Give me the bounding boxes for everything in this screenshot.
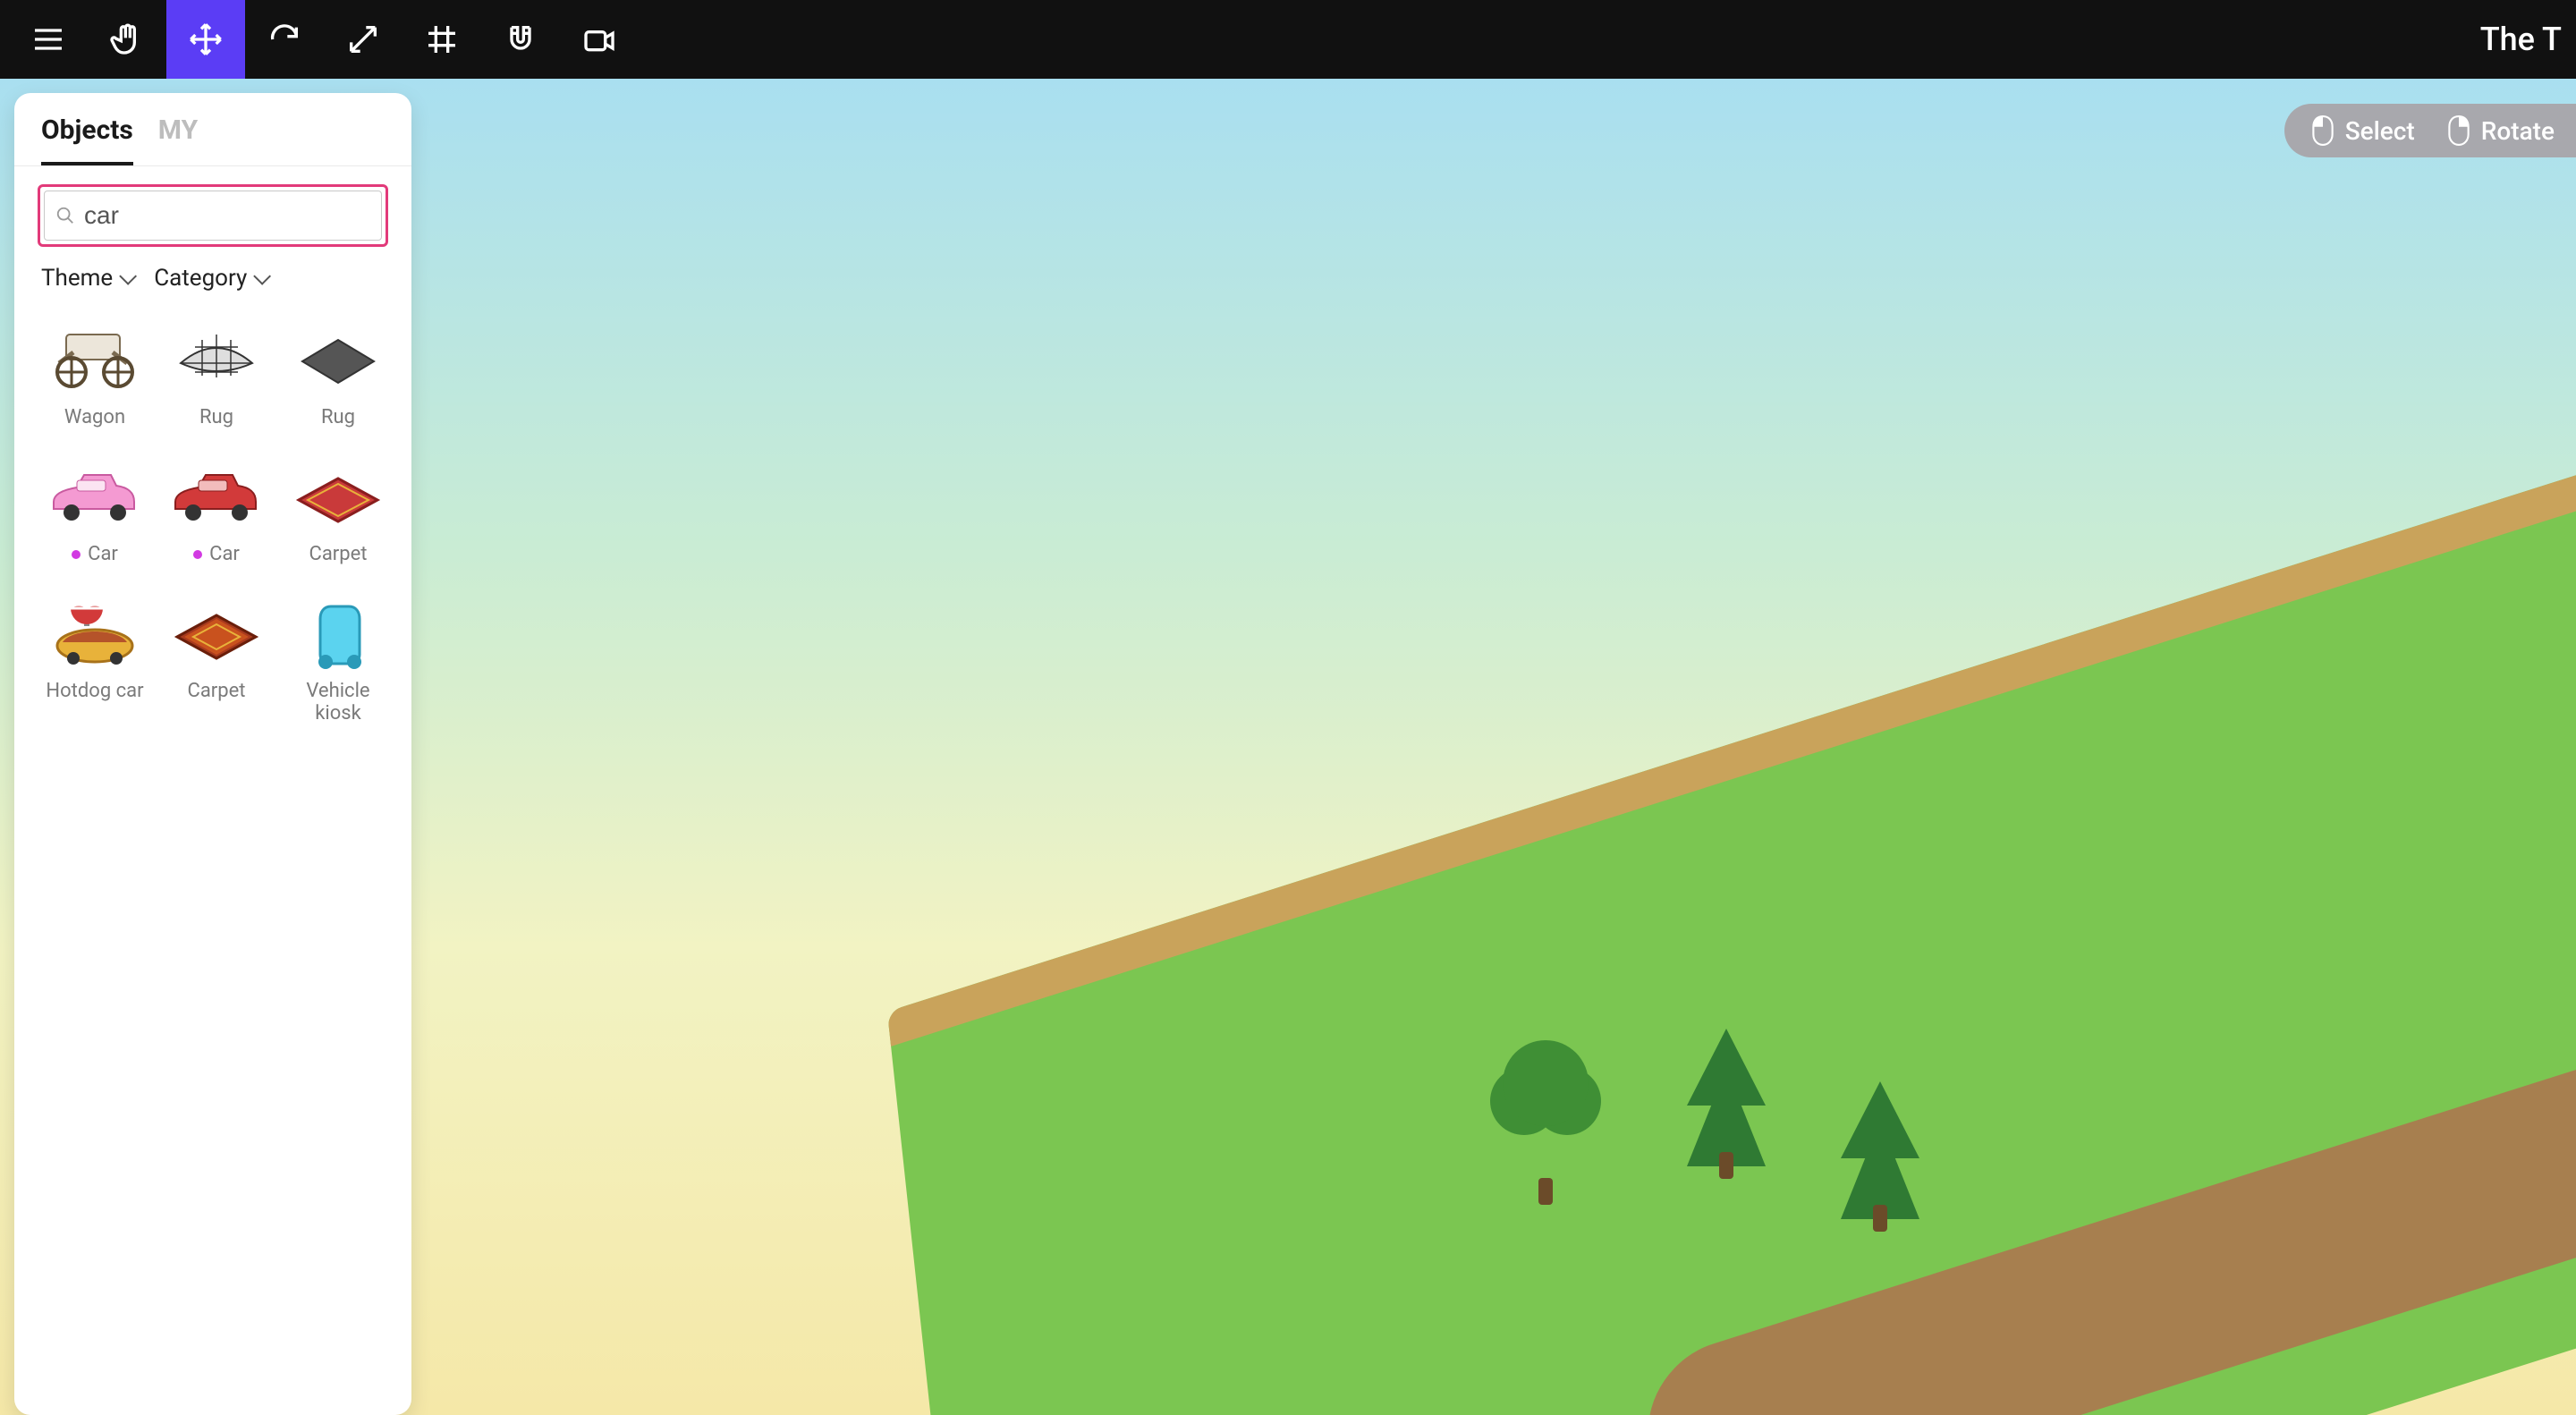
grid-icon	[424, 21, 460, 57]
move-tool-button[interactable]	[166, 0, 245, 79]
panel-tabs: Objects MY	[14, 93, 411, 166]
magnet-snap-button[interactable]	[481, 0, 560, 79]
move-icon	[188, 21, 224, 57]
object-label: Hotdog car	[46, 680, 143, 702]
theme-filter[interactable]: Theme	[41, 265, 132, 292]
object-item[interactable]: Carpet	[159, 581, 274, 724]
view-hint-pill: Select Rotate	[2284, 104, 2576, 157]
camera-button[interactable]	[560, 0, 639, 79]
category-filter-label: Category	[154, 265, 247, 292]
scale-icon	[345, 21, 381, 57]
object-label: Car	[72, 543, 118, 565]
viewport-canvas[interactable]: Select Rotate Objects MY Th	[0, 79, 2576, 1415]
filter-row: Theme Category	[14, 247, 411, 301]
theme-filter-label: Theme	[41, 265, 113, 292]
search-highlight-frame	[38, 184, 388, 247]
grid-snap-button[interactable]	[402, 0, 481, 79]
rotate-tool-button[interactable]	[245, 0, 324, 79]
object-thumbnail	[41, 581, 148, 671]
object-thumbnail	[163, 308, 270, 397]
tab-my[interactable]: MY	[158, 114, 198, 165]
object-label: Rug	[321, 406, 355, 428]
object-item[interactable]: Rug	[281, 308, 395, 428]
select-hint: Select	[2311, 115, 2415, 146]
object-item[interactable]: Hotdog car	[38, 581, 152, 724]
category-filter[interactable]: Category	[154, 265, 267, 292]
search-icon	[55, 206, 75, 225]
hand-icon	[109, 21, 145, 57]
mouse-left-icon	[2311, 115, 2334, 146]
object-label: Rug	[199, 406, 233, 428]
object-label: Vehicle kiosk	[281, 680, 395, 724]
object-label: Carpet	[309, 543, 368, 565]
search-input[interactable]	[84, 201, 407, 230]
chevron-down-icon	[254, 267, 272, 285]
object-item[interactable]: Car	[38, 445, 152, 565]
object-item[interactable]: Wagon	[38, 308, 152, 428]
chevron-down-icon	[119, 267, 137, 285]
project-title: The T	[2480, 21, 2567, 58]
object-thumbnail	[163, 445, 270, 534]
rotate-icon	[267, 21, 302, 57]
object-item[interactable]: Carpet	[281, 445, 395, 565]
menu-button[interactable]	[9, 0, 88, 79]
camera-icon	[581, 21, 617, 57]
object-thumbnail	[41, 308, 148, 397]
rotate-hint-label: Rotate	[2481, 116, 2555, 146]
scale-tool-button[interactable]	[324, 0, 402, 79]
object-label: Car	[193, 543, 240, 565]
object-grid: Wagon Rug Rug Car Car Carpet Hotdog car Carpet V…	[38, 308, 395, 724]
object-label: Carpet	[188, 680, 246, 702]
object-thumbnail	[284, 445, 392, 534]
tab-objects[interactable]: Objects	[41, 114, 133, 165]
status-dot-icon	[193, 550, 202, 559]
status-dot-icon	[72, 550, 80, 559]
hamburger-icon	[30, 21, 66, 57]
select-hint-label: Select	[2345, 116, 2415, 146]
object-item[interactable]: Rug	[159, 308, 274, 428]
object-item[interactable]: Car	[159, 445, 274, 565]
object-thumbnail	[41, 445, 148, 534]
objects-panel: Objects MY Theme Category	[14, 93, 411, 1415]
object-thumbnail	[284, 308, 392, 397]
pan-tool-button[interactable]	[88, 0, 166, 79]
object-label: Wagon	[64, 406, 125, 428]
mouse-right-icon	[2447, 115, 2470, 146]
rotate-hint: Rotate	[2447, 115, 2555, 146]
object-thumbnail	[284, 581, 392, 671]
object-thumbnail	[163, 581, 270, 671]
object-item[interactable]: Vehicle kiosk	[281, 581, 395, 724]
search-field	[44, 191, 382, 241]
top-toolbar: The T	[0, 0, 2576, 79]
object-grid-scroll[interactable]: Wagon Rug Rug Car Car Carpet Hotdog car Carpet V…	[14, 301, 411, 1415]
magnet-icon	[503, 21, 538, 57]
